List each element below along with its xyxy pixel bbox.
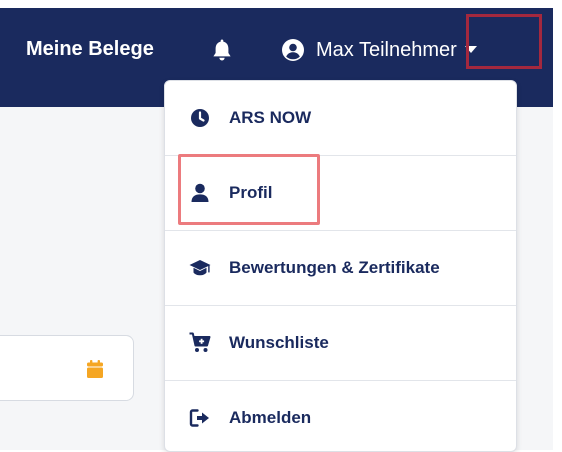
annotation-highlight-profil	[178, 154, 320, 225]
menu-item-wunschliste[interactable]: Wunschliste	[165, 306, 516, 380]
menu-item-label: Wunschliste	[229, 333, 329, 352]
menu-item-label: Abmelden	[229, 408, 312, 427]
user-menu-toggle[interactable]: Max Teilnehmer	[282, 36, 477, 64]
user-name: Max Teilnehmer	[316, 38, 457, 61]
clock-icon	[191, 109, 209, 127]
date-input[interactable]	[0, 335, 134, 401]
user-dropdown-menu: ARS NOW Profil Bewertungen & Zertifikate…	[164, 80, 517, 452]
sign-out-icon	[189, 409, 209, 427]
graduation-cap-icon	[189, 260, 211, 276]
menu-item-label: Bewertungen & Zertifikate	[229, 258, 440, 277]
bell-icon[interactable]	[212, 38, 232, 62]
cart-plus-icon	[189, 332, 211, 352]
menu-item-label: ARS NOW	[229, 108, 312, 127]
menu-item-ars-now[interactable]: ARS NOW	[165, 81, 516, 155]
menu-item-abmelden[interactable]: Abmelden	[165, 381, 516, 451]
brand-link[interactable]: Meine Belege	[26, 38, 154, 61]
calendar-icon[interactable]	[87, 360, 103, 378]
menu-item-bewertungen[interactable]: Bewertungen & Zertifikate	[165, 231, 516, 305]
user-circle-icon	[282, 39, 304, 61]
annotation-highlight-dropdown	[466, 14, 542, 69]
